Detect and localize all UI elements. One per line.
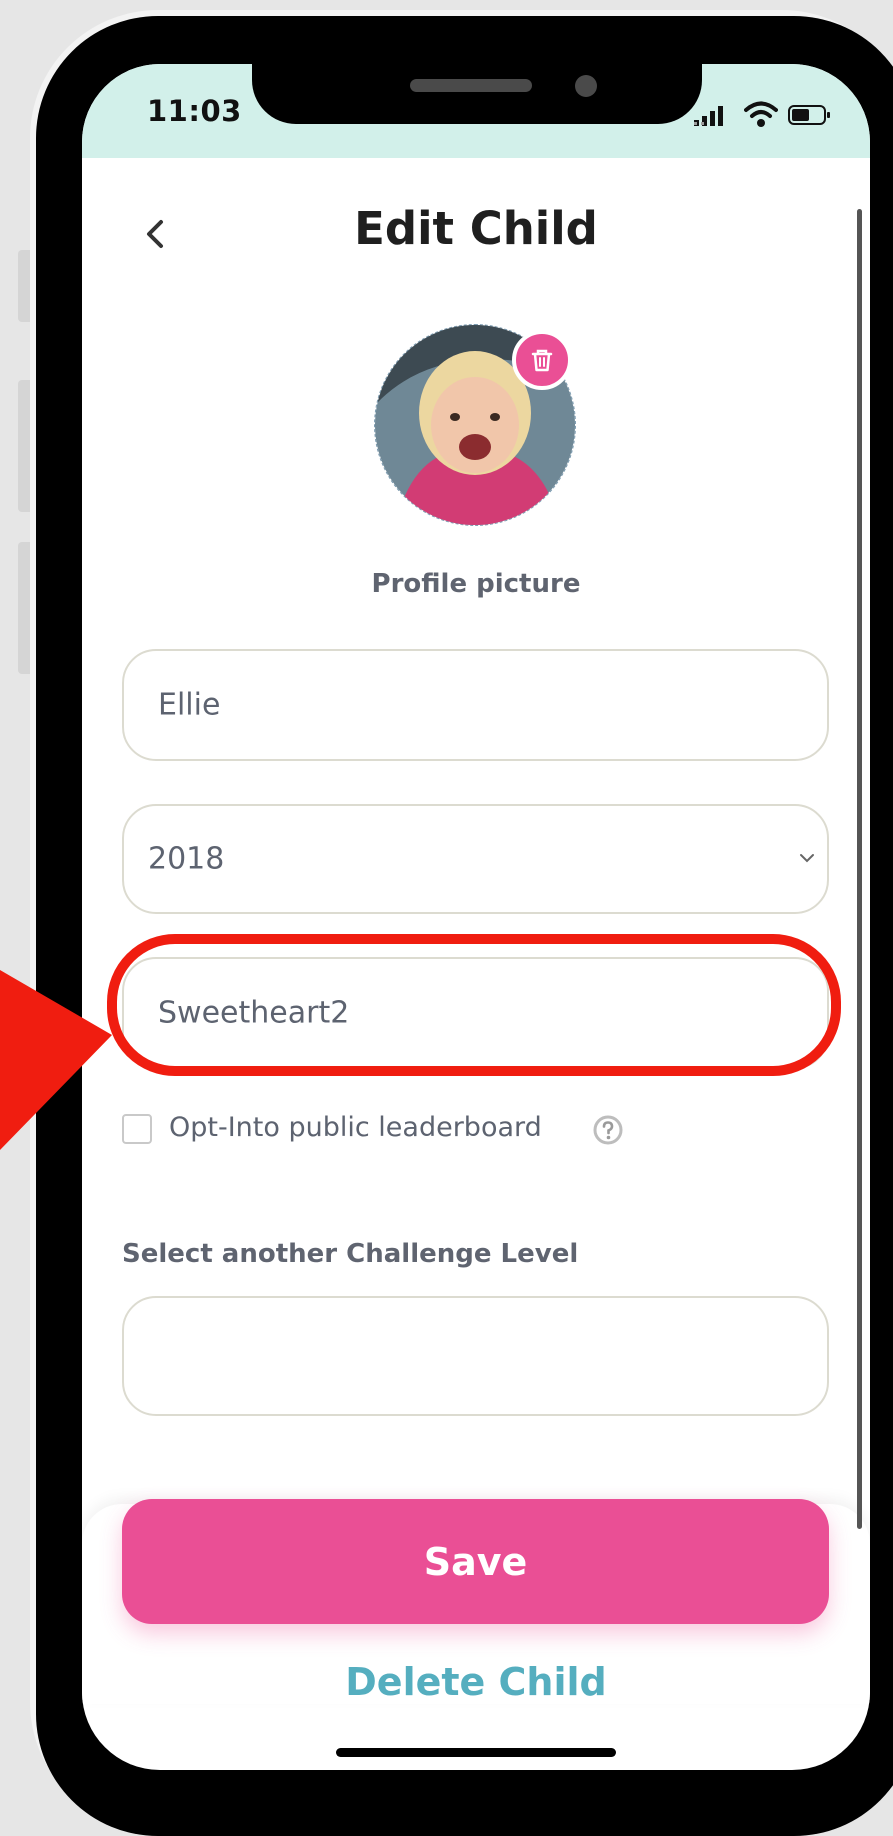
save-button[interactable]: Save <box>122 1499 829 1624</box>
speaker <box>410 79 532 92</box>
chevron-down-icon <box>800 854 814 863</box>
highlight-outline <box>107 934 841 1076</box>
phone-side-button <box>18 250 30 322</box>
challenge-level-select[interactable] <box>122 1296 829 1416</box>
birth-year-select[interactable]: 2018 <box>122 804 829 914</box>
birth-year-value: 2018 <box>148 841 225 877</box>
trash-icon <box>531 349 553 372</box>
leaderboard-checkbox[interactable] <box>122 1114 152 1144</box>
app-screen: 11:03 Edit Child Profile picture Ellie 2… <box>82 64 870 1770</box>
red-arrow-icon <box>0 970 112 1150</box>
challenge-level-label: Select another Challenge Level <box>122 1239 579 1269</box>
notch <box>252 64 702 124</box>
leaderboard-label: Opt-Into public leaderboard <box>169 1112 542 1143</box>
save-button-label: Save <box>423 1539 528 1584</box>
battery-icon <box>788 105 830 125</box>
phone-side-button <box>18 380 30 512</box>
help-icon[interactable] <box>592 1114 624 1146</box>
delete-photo-button[interactable] <box>512 330 572 390</box>
front-camera <box>575 75 597 97</box>
profile-picture-label: Profile picture <box>371 569 581 599</box>
signal-icon <box>694 106 723 126</box>
wifi-icon <box>744 101 778 127</box>
child-name-input[interactable]: Ellie <box>122 649 829 761</box>
delete-child-link[interactable]: Delete Child <box>82 1660 870 1704</box>
page-title: Edit Child <box>354 202 598 255</box>
status-time: 11:03 <box>147 94 242 128</box>
scrollbar[interactable] <box>857 209 862 1529</box>
phone-side-button <box>18 542 30 674</box>
child-name-value: Ellie <box>158 687 221 723</box>
status-bar: 11:03 <box>82 64 870 158</box>
home-indicator[interactable] <box>336 1748 616 1757</box>
